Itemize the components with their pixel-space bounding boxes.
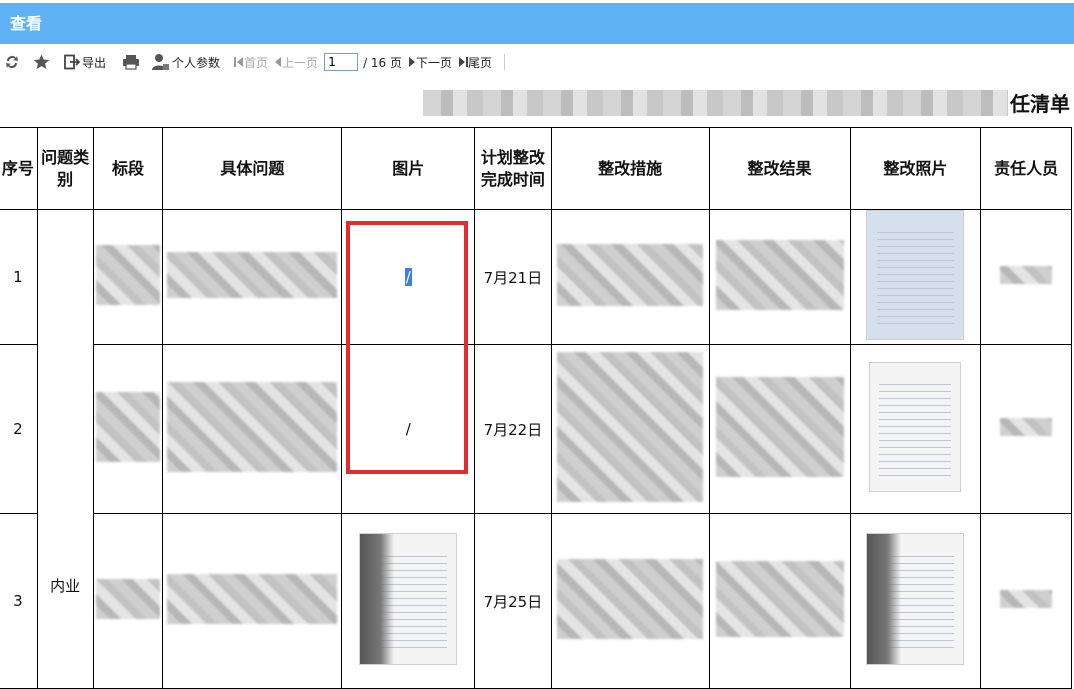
image-cell: / bbox=[341, 344, 476, 514]
redacted-section bbox=[92, 344, 164, 514]
header-person: 责任人员 bbox=[980, 127, 1072, 210]
redacted-section bbox=[92, 513, 164, 689]
row-seq: 3 bbox=[0, 513, 38, 689]
header-image: 图片 bbox=[341, 127, 476, 210]
window-title: 查看 bbox=[0, 3, 1074, 44]
redacted-issue bbox=[162, 513, 343, 689]
first-page-button[interactable]: 首页 bbox=[234, 54, 268, 71]
next-page-label: 下一页 bbox=[416, 55, 453, 70]
header-plan-date: 计划整改完成时间 bbox=[474, 127, 552, 210]
redacted-measures bbox=[550, 344, 710, 514]
rectification-photo[interactable] bbox=[849, 344, 982, 514]
redacted-person bbox=[980, 344, 1072, 514]
plan-date: 7月25日 bbox=[474, 513, 552, 689]
table-row: 3 7月25日 bbox=[0, 513, 1072, 689]
header-result: 整改结果 bbox=[708, 127, 851, 210]
report-title-suffix: 任清单 bbox=[1010, 92, 1070, 116]
redacted-result bbox=[708, 344, 851, 514]
header-seq: 序号 bbox=[0, 127, 38, 210]
header-measures: 整改措施 bbox=[550, 127, 710, 210]
header-photo: 整改照片 bbox=[849, 127, 982, 210]
user-settings-icon bbox=[152, 54, 170, 70]
header-section: 标段 bbox=[92, 127, 164, 210]
rectification-photo[interactable] bbox=[849, 209, 982, 345]
redacted-measures bbox=[550, 209, 710, 345]
redacted-person bbox=[980, 513, 1072, 689]
row-seq: 2 bbox=[0, 344, 38, 514]
table-header-row: 序号 问题类别 标段 具体问题 图片 计划整改完成时间 整改措施 整改结果 整改… bbox=[0, 127, 1072, 210]
last-page-label: 尾页 bbox=[468, 55, 493, 70]
refresh-icon[interactable] bbox=[5, 54, 19, 70]
next-page-button[interactable]: 下一页 bbox=[408, 54, 452, 71]
last-page-button[interactable]: 尾页 bbox=[458, 54, 492, 71]
redacted-result bbox=[708, 513, 851, 689]
header-issue: 具体问题 bbox=[162, 127, 343, 210]
redacted-measures bbox=[550, 513, 710, 689]
report-toolbar: 导出 个人参数 首页 上一页 / 16 页 下一页 尾页 bbox=[0, 48, 1074, 76]
last-page-icon bbox=[459, 57, 469, 67]
page-number-input[interactable] bbox=[324, 53, 359, 71]
redacted-section bbox=[92, 209, 164, 345]
table-row: 1 内业 / 7月21日 bbox=[0, 209, 1072, 689]
export-button[interactable]: 导出 bbox=[64, 54, 106, 71]
image-cell: / bbox=[341, 209, 476, 345]
image-value: / bbox=[404, 268, 412, 286]
category-cell: 内业 bbox=[36, 209, 94, 689]
header-category: 问题类别 bbox=[36, 127, 94, 210]
report-title: 任清单 bbox=[423, 88, 1070, 117]
personal-params-label: 个人参数 bbox=[172, 55, 221, 70]
image-cell bbox=[341, 513, 476, 689]
prev-page-label: 上一页 bbox=[282, 55, 319, 70]
issue-photo[interactable] bbox=[359, 533, 458, 665]
print-icon[interactable] bbox=[122, 54, 140, 70]
toolbar-divider bbox=[504, 54, 506, 70]
image-value: / bbox=[405, 420, 411, 438]
next-page-icon bbox=[409, 57, 416, 67]
prev-page-icon bbox=[275, 57, 282, 67]
star-icon[interactable] bbox=[33, 54, 50, 70]
redacted-result bbox=[708, 209, 851, 345]
first-page-label: 首页 bbox=[244, 55, 269, 70]
rectification-photo[interactable] bbox=[849, 513, 982, 689]
redacted-title-text bbox=[423, 89, 1008, 116]
redacted-person bbox=[980, 209, 1072, 345]
redacted-issue bbox=[162, 344, 343, 514]
redacted-issue bbox=[162, 209, 343, 345]
export-icon bbox=[64, 54, 80, 70]
issue-table: 序号 问题类别 标段 具体问题 图片 计划整改完成时间 整改措施 整改结果 整改… bbox=[0, 127, 1072, 689]
first-page-icon bbox=[234, 57, 244, 67]
prev-page-button[interactable]: 上一页 bbox=[274, 54, 318, 71]
plan-date: 7月21日 bbox=[474, 209, 552, 345]
personal-params-button[interactable]: 个人参数 bbox=[152, 53, 220, 71]
export-label: 导出 bbox=[82, 55, 107, 70]
plan-date: 7月22日 bbox=[474, 344, 552, 514]
page-total: / 16 页 bbox=[363, 55, 403, 70]
table-row: 2 / 7月22日 bbox=[0, 344, 1072, 514]
row-seq: 1 bbox=[0, 209, 38, 345]
